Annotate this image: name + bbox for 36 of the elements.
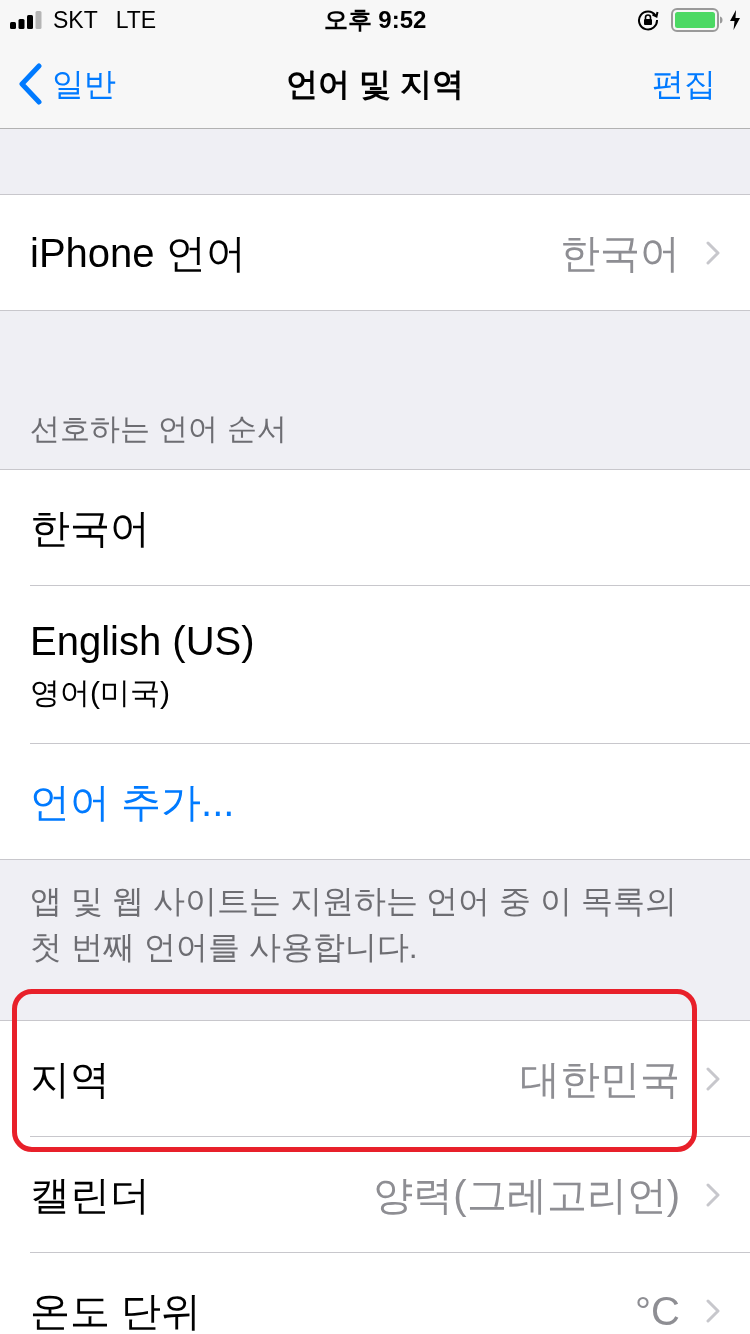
row-label: English (US) [30,617,255,665]
charging-bolt-icon [730,10,740,30]
chevron-right-icon [706,240,720,265]
settings-row[interactable]: 캘린더 양력(그레고리언) [0,1137,750,1253]
chevron-right-icon [706,1182,720,1207]
row-label: 지역 [30,1058,110,1099]
settings-row[interactable]: 지역 대한민국 [0,1021,750,1137]
nav-title: 언어 및 지역 [286,68,464,100]
carrier-name: SKT [53,8,98,32]
chevron-right-icon [706,1298,720,1323]
section-footer: 앱 및 웹 사이트는 지원하는 언어 중 이 목록의 첫 번째 언어를 사용합니다. [30,878,700,970]
row-value: 양력(그레고리언) [373,1174,680,1215]
settings-row[interactable]: 온도 단위 °C [0,1253,750,1334]
row-value: 대한민국 [520,1058,680,1099]
row-label: 한국어 [30,507,150,548]
status-time: 오후 9:52 [323,8,427,32]
battery-icon [671,8,723,32]
row-label: 캘린더 [30,1174,150,1215]
signal-icon [10,11,42,29]
row-subtitle: 영어(미국) [30,674,171,711]
orientation-lock-icon [637,9,659,31]
row-value: 한국어 [560,232,680,273]
settings-row[interactable]: 언어 추가... [0,744,750,859]
chevron-right-icon [706,1066,720,1091]
settings-row[interactable]: iPhone 언어 한국어 [0,195,750,310]
chevron-left-icon [18,63,42,105]
row-label: 온도 단위 [30,1290,202,1331]
settings-row[interactable]: English (US) 영어(미국) [0,586,750,744]
network-type: LTE [115,8,157,32]
edit-button[interactable]: 편집 [652,68,716,100]
settings-row[interactable]: 한국어 [0,470,750,586]
back-button[interactable]: 일반 [18,63,116,105]
add-language-link[interactable]: 언어 추가... [30,781,235,822]
row-value: °C [635,1290,680,1331]
section-header: 선호하는 언어 순서 [30,411,287,447]
row-label: iPhone 언어 [30,232,246,273]
